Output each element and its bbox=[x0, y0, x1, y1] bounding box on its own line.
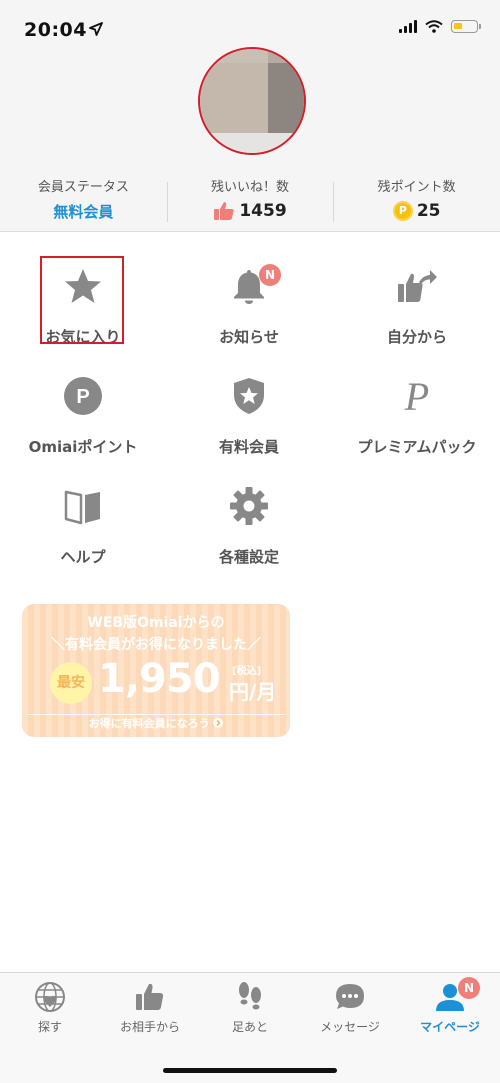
home-indicator bbox=[163, 1068, 337, 1073]
menu-item-label: Omiaiポイント bbox=[28, 438, 138, 456]
tab-messages[interactable]: メッセージ bbox=[300, 973, 400, 1043]
thumbs-up-icon bbox=[136, 983, 164, 1010]
menu-item-omiai-points[interactable]: P Omiaiポイント bbox=[0, 356, 166, 462]
menu-item-from-me[interactable]: 自分から bbox=[334, 246, 500, 352]
member-status-value: 無料会員 bbox=[53, 203, 114, 221]
tab-label: お相手から bbox=[119, 1020, 180, 1034]
banner-unit: 円/月 bbox=[229, 680, 277, 704]
menu-item-help[interactable]: ヘルプ bbox=[0, 466, 166, 572]
profile-header: 会員ステータス 無料会員 残いいね！数 1459 残ポイント数 P 25 bbox=[0, 47, 500, 232]
menu-item-favorites[interactable]: お気に入り bbox=[0, 246, 166, 352]
tab-footprints[interactable]: 足あと bbox=[200, 973, 300, 1043]
menu-item-label: お知らせ bbox=[219, 328, 279, 346]
menu-item-label: プレミアムパック bbox=[357, 438, 477, 456]
wifi-icon bbox=[425, 20, 443, 33]
my-page-badge: N bbox=[458, 977, 480, 999]
coin-icon: P bbox=[392, 201, 413, 221]
tab-bar: 探す お相手から 足あと メッセージ N マイページ bbox=[0, 972, 500, 1083]
menu-item-label: 各種設定 bbox=[218, 548, 279, 566]
profile-stats: 会員ステータス 無料会員 残いいね！数 1459 残ポイント数 P 25 bbox=[0, 172, 500, 228]
remaining-likes-stat: 残いいね！数 1459 bbox=[166, 172, 334, 228]
member-status-label: 会員ステータス bbox=[37, 180, 129, 195]
premium-p-icon: P bbox=[404, 376, 429, 416]
remaining-points-label: 残ポイント数 bbox=[377, 180, 456, 195]
premium-p-glyph: P bbox=[404, 376, 429, 416]
thumbs-up-icon bbox=[214, 202, 234, 220]
status-bar: 20:04 bbox=[0, 0, 500, 52]
avatar[interactable] bbox=[198, 47, 306, 155]
shield-star-icon bbox=[234, 378, 264, 414]
remaining-points-value: 25 bbox=[416, 201, 441, 221]
point-icon-glyph: P bbox=[76, 386, 89, 408]
menu-item-label: ヘルプ bbox=[60, 548, 106, 566]
status-indicators bbox=[399, 20, 481, 33]
banner-tax: [税込] bbox=[232, 666, 262, 677]
status-time: 20:04 bbox=[24, 19, 87, 41]
banner-line1: WEB版Omiaiからの bbox=[87, 615, 225, 631]
tab-label: マイページ bbox=[420, 1020, 480, 1034]
member-status-stat[interactable]: 会員ステータス 無料会員 bbox=[0, 172, 167, 228]
menu-item-premium-pack[interactable]: P プレミアムパック bbox=[334, 356, 500, 462]
banner-footer[interactable]: お得に有料会員になろう bbox=[28, 714, 284, 732]
footprints-icon bbox=[239, 982, 261, 1010]
tab-my-page[interactable]: N マイページ bbox=[400, 973, 500, 1043]
menu-item-label: 自分から bbox=[386, 328, 447, 346]
gear-icon bbox=[230, 487, 268, 525]
menu-item-notifications[interactable]: N お知らせ bbox=[166, 246, 332, 352]
tab-label: 足あと bbox=[231, 1020, 268, 1034]
book-icon bbox=[64, 490, 100, 525]
remaining-likes-value: 1459 bbox=[239, 201, 287, 221]
tab-label: 探す bbox=[37, 1020, 62, 1034]
remaining-points-stat: 残ポイント数 P 25 bbox=[333, 172, 500, 228]
tab-search[interactable]: 探す bbox=[0, 973, 100, 1043]
like-share-icon bbox=[398, 270, 437, 302]
arrow-circle-icon bbox=[213, 718, 224, 728]
location-arrow-icon bbox=[89, 22, 103, 36]
remaining-likes-row: 1459 bbox=[167, 201, 334, 221]
tab-from-partner[interactable]: お相手から bbox=[100, 973, 200, 1043]
remaining-likes-label: 残いいね！数 bbox=[211, 180, 290, 195]
menu-item-settings[interactable]: 各種設定 bbox=[166, 466, 332, 572]
chat-bubble-icon bbox=[336, 984, 364, 1009]
globe-heart-icon bbox=[35, 982, 65, 1012]
battery-icon bbox=[451, 20, 481, 33]
notification-badge: N bbox=[259, 264, 281, 286]
highlight-box bbox=[40, 256, 124, 344]
menu-item-label: 有料会員 bbox=[218, 438, 279, 456]
menu-item-paid-member[interactable]: 有料会員 bbox=[166, 356, 332, 462]
point-icon: P bbox=[64, 377, 102, 415]
banner-price: 1,950 bbox=[98, 656, 221, 702]
tab-label: メッセージ bbox=[320, 1020, 380, 1034]
banner-footer-text: お得に有料会員になろう bbox=[88, 717, 210, 730]
signal-icon bbox=[399, 20, 417, 33]
banner-cheapest-badge: 最安 bbox=[50, 662, 92, 704]
promo-banner[interactable]: WEB版Omiaiからの ＼有料会員がお得になりました／ 最安 1,950 [税… bbox=[22, 604, 290, 737]
banner-line2: ＼有料会員がお得になりました／ bbox=[51, 637, 261, 653]
remaining-points-row: P 25 bbox=[333, 201, 500, 221]
